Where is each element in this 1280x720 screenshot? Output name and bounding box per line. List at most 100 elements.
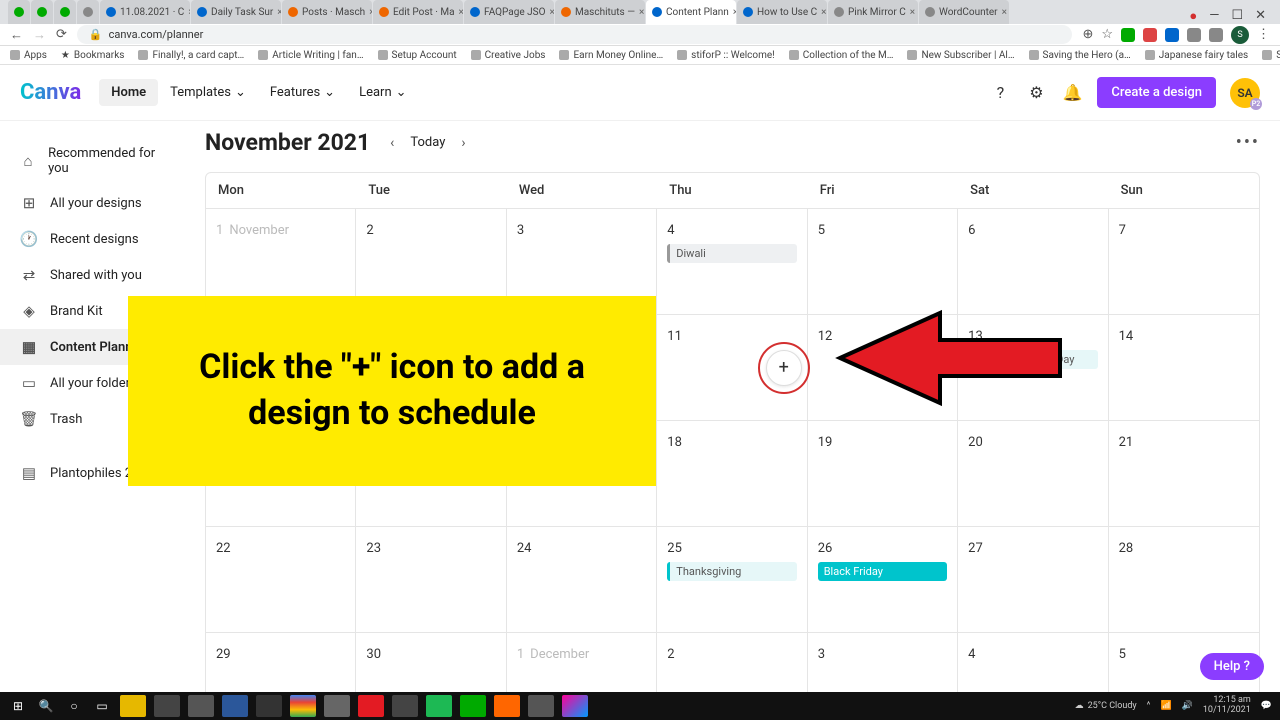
volume-icon[interactable]: 🔊 (1182, 701, 1193, 711)
taskbar-app[interactable] (392, 695, 418, 717)
taskbar-app[interactable] (256, 695, 282, 717)
browser-tab[interactable]: 11.08.2021 · C× (100, 0, 190, 24)
bookmark[interactable]: Creative Jobs (471, 50, 546, 61)
start-icon[interactable]: ⊞ (8, 696, 28, 716)
search-icon[interactable]: 🔍 (36, 696, 56, 716)
sidebar-item-recommended-for-you[interactable]: ⌂Recommended for you (0, 137, 185, 185)
calendar-cell[interactable]: 5 (808, 209, 958, 314)
close-icon[interactable]: × (459, 7, 463, 18)
taskbar-app[interactable] (460, 695, 486, 717)
calendar-cell[interactable]: 4Diwali (657, 209, 807, 314)
url-field[interactable]: 🔒 canva.com/planner (77, 25, 1073, 44)
taskbar-app[interactable] (222, 695, 248, 717)
extension-icon[interactable] (1187, 28, 1201, 42)
calendar-cell[interactable]: 19 (808, 421, 958, 526)
browser-tab[interactable]: WordCounter× (919, 0, 1009, 24)
today-button[interactable]: Today (410, 135, 445, 150)
extension-icon[interactable] (1165, 28, 1179, 42)
browser-tab[interactable]: Maschituts —× (555, 0, 645, 24)
notification-icon[interactable]: 💬 (1261, 701, 1272, 711)
browser-tab[interactable] (31, 0, 53, 24)
calendar-cell[interactable]: 14 (1109, 315, 1259, 420)
calendar-cell[interactable]: 12+ (808, 315, 958, 420)
sidebar-item-shared-with-you[interactable]: ⇄Shared with you (0, 257, 185, 293)
browser-tab-active[interactable]: Content Plann× (646, 0, 736, 24)
browser-tab[interactable] (54, 0, 76, 24)
nav-features[interactable]: Features ⌄ (258, 79, 347, 106)
sidebar-item-recent-designs[interactable]: 🕐Recent designs (0, 221, 185, 257)
calendar-cell[interactable]: 7 (1109, 209, 1259, 314)
nav-learn[interactable]: Learn ⌄ (347, 79, 418, 106)
sidebar-item-all-your-designs[interactable]: ⊞All your designs (0, 185, 185, 221)
close-icon[interactable]: ✕ (1255, 8, 1266, 24)
bookmark[interactable]: Setup Account (378, 50, 457, 61)
browser-tab[interactable]: Edit Post · Ma× (373, 0, 463, 24)
bookmark[interactable]: Saving the Hero (a… (1262, 50, 1280, 61)
taskbar-app[interactable] (528, 695, 554, 717)
canva-logo[interactable]: Canva (20, 80, 81, 105)
close-icon[interactable]: × (821, 7, 826, 18)
close-icon[interactable]: × (910, 7, 915, 18)
calendar-cell[interactable]: 6 (958, 209, 1108, 314)
close-icon[interactable]: × (733, 7, 736, 18)
browser-tab[interactable] (77, 0, 99, 24)
browser-tab[interactable]: How to Use C× (737, 0, 827, 24)
chevron-right-icon[interactable]: › (455, 131, 471, 155)
cortana-icon[interactable]: ○ (64, 696, 84, 716)
reload-icon[interactable]: ⟳ (56, 27, 67, 42)
close-icon[interactable]: × (1002, 7, 1007, 18)
calendar-event[interactable]: World Kindness Day (968, 350, 1097, 369)
bookmark[interactable]: Japanese fairy tales (1145, 50, 1248, 61)
close-icon[interactable]: × (277, 7, 281, 18)
extension-icon[interactable] (1143, 28, 1157, 42)
calendar-cell[interactable]: 22 (206, 527, 356, 632)
nav-home[interactable]: Home (99, 79, 158, 106)
wifi-icon[interactable]: 📶 (1160, 701, 1171, 711)
browser-tab[interactable]: Pink Mirror C× (828, 0, 918, 24)
calendar-cell[interactable]: 13World Kindness Day (958, 315, 1108, 420)
browser-tab[interactable]: Daily Task Sur× (191, 0, 281, 24)
bookmark[interactable]: Finally!, a card capt… (138, 50, 244, 61)
taskbar-app[interactable] (494, 695, 520, 717)
back-icon[interactable]: ← (10, 27, 23, 43)
bookmark[interactable]: stiforP :: Welcome! (677, 50, 775, 61)
task-view-icon[interactable]: ▭ (92, 696, 112, 716)
menu-icon[interactable]: ⋮ (1257, 27, 1270, 42)
calendar-cell[interactable]: 21 (1109, 421, 1259, 526)
chevron-left-icon[interactable]: ‹ (384, 131, 400, 155)
star-icon[interactable]: ☆ (1101, 27, 1113, 42)
close-icon[interactable]: × (188, 7, 190, 18)
help-button[interactable]: Help ? (1200, 653, 1264, 680)
close-icon[interactable]: × (369, 7, 372, 18)
taskbar-app[interactable] (324, 695, 350, 717)
taskbar-app[interactable] (154, 695, 180, 717)
calendar-cell[interactable]: 25Thanksgiving (657, 527, 807, 632)
weather-widget[interactable]: ☁25°C Cloudy (1075, 701, 1137, 711)
extension-icon[interactable] (1209, 28, 1223, 42)
record-icon[interactable]: ● (1189, 8, 1197, 24)
minimize-icon[interactable]: — (1209, 8, 1219, 24)
calendar-cell[interactable]: 20 (958, 421, 1108, 526)
calendar-cell[interactable]: 26Black Friday (808, 527, 958, 632)
create-design-button[interactable]: Create a design (1097, 77, 1216, 108)
bookmark[interactable]: Article Writing | fan… (258, 50, 363, 61)
taskbar-app[interactable] (290, 695, 316, 717)
bookmark[interactable]: New Subscriber | Al… (907, 50, 1014, 61)
bell-icon[interactable]: 🔔 (1061, 82, 1083, 104)
close-icon[interactable]: × (549, 7, 554, 18)
user-avatar[interactable]: SAP2 (1230, 78, 1260, 108)
forward-icon[interactable]: → (33, 27, 46, 43)
add-design-button[interactable]: + (766, 350, 802, 386)
clock[interactable]: 12:15 am 10/11/2021 (1203, 696, 1251, 716)
bookmark-apps[interactable]: Apps (10, 50, 47, 61)
calendar-cell[interactable]: 23 (356, 527, 506, 632)
extension-icon[interactable] (1121, 28, 1135, 42)
calendar-event[interactable]: Thanksgiving (667, 562, 796, 581)
nav-templates[interactable]: Templates ⌄ (158, 79, 258, 106)
browser-tab[interactable]: FAQPage JSO× (464, 0, 554, 24)
taskbar-app[interactable] (426, 695, 452, 717)
maximize-icon[interactable]: ☐ (1231, 8, 1243, 24)
calendar-event[interactable]: Diwali (667, 244, 796, 263)
calendar-cell[interactable]: 28 (1109, 527, 1259, 632)
bookmark[interactable]: Collection of the M… (789, 50, 894, 61)
